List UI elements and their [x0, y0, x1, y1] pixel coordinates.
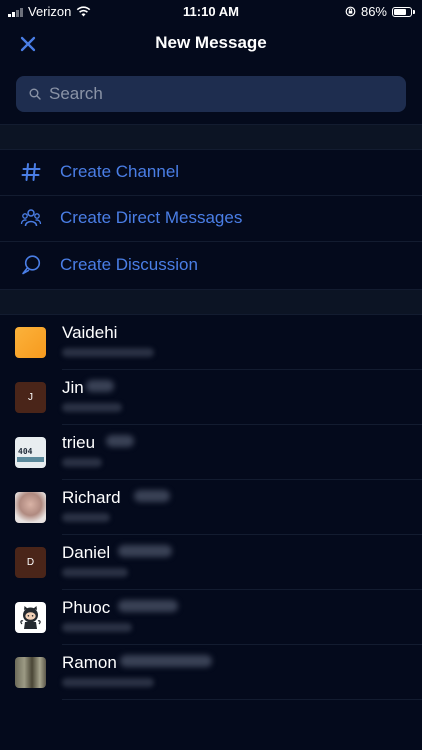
- search-input[interactable]: [49, 84, 379, 104]
- blurred-username: [62, 678, 154, 687]
- search-icon: [29, 88, 41, 100]
- avatar: [15, 657, 46, 688]
- contact-row-jin[interactable]: J Jin: [0, 370, 422, 424]
- contact-row-ramon[interactable]: Ramon: [0, 645, 422, 699]
- github-icon: [20, 606, 41, 629]
- avatar: [15, 492, 46, 523]
- blurred-surname: [106, 435, 134, 447]
- avatar: 404: [15, 437, 46, 468]
- contact-row-vaidehi[interactable]: Vaidehi: [0, 315, 422, 369]
- battery-fill: [394, 8, 406, 15]
- blurred-surname: [118, 600, 178, 612]
- avatar: [15, 327, 46, 358]
- create-direct-messages-label: Create Direct Messages: [60, 208, 243, 227]
- contact-row-trieu[interactable]: 404 trieu: [0, 425, 422, 479]
- divider: [62, 699, 422, 700]
- orientation-lock-icon: [345, 6, 356, 17]
- contact-row-richard[interactable]: Richard: [0, 480, 422, 534]
- blurred-surname: [120, 655, 212, 667]
- battery-label: 86%: [360, 4, 387, 19]
- contact-row-daniel[interactable]: D Daniel: [0, 535, 422, 589]
- create-discussion-button[interactable]: Create Discussion: [0, 242, 422, 288]
- section-separator: [0, 289, 422, 315]
- blurred-surname: [86, 380, 114, 392]
- contact-name: Phuoc: [62, 598, 111, 617]
- blurred-surname: [134, 490, 170, 502]
- status-bar: Verizon 11:10 AM 86%: [0, 0, 422, 24]
- blurred-username: [62, 513, 110, 522]
- contact-name: Daniel: [62, 543, 111, 562]
- section-separator: [0, 124, 422, 150]
- create-channel-label: Create Channel: [60, 162, 180, 181]
- blurred-username: [62, 458, 102, 467]
- contact-name: Jin: [62, 378, 84, 397]
- status-right: 86%: [345, 4, 415, 19]
- svg-text:404: 404: [18, 447, 33, 456]
- contact-name: trieu: [62, 433, 96, 452]
- contact-name: Vaidehi: [62, 323, 118, 342]
- blurred-username: [62, 403, 122, 412]
- create-direct-messages-button[interactable]: Create Direct Messages: [0, 195, 422, 241]
- blurred-surname: [118, 545, 172, 557]
- avatar-image: 404: [17, 446, 44, 462]
- create-channel-button[interactable]: Create Channel: [0, 149, 422, 195]
- search-bar[interactable]: [16, 76, 406, 112]
- blurred-username: [62, 623, 132, 632]
- avatar: [15, 602, 46, 633]
- create-discussion-label: Create Discussion: [60, 255, 198, 274]
- battery-icon: [392, 6, 415, 17]
- contact-name: Richard: [62, 488, 121, 507]
- discussion-icon: [22, 255, 41, 275]
- avatar: D: [15, 547, 46, 578]
- blurred-username: [62, 568, 128, 577]
- hash-icon: [21, 163, 41, 181]
- contact-name: Ramon: [62, 653, 117, 672]
- page-title: New Message: [155, 33, 267, 52]
- contact-row-phuoc[interactable]: Phuoc: [0, 590, 422, 644]
- avatar: J: [15, 382, 46, 413]
- users-icon: [20, 209, 42, 227]
- blurred-username: [62, 348, 154, 357]
- nav-bar: New Message: [0, 24, 422, 64]
